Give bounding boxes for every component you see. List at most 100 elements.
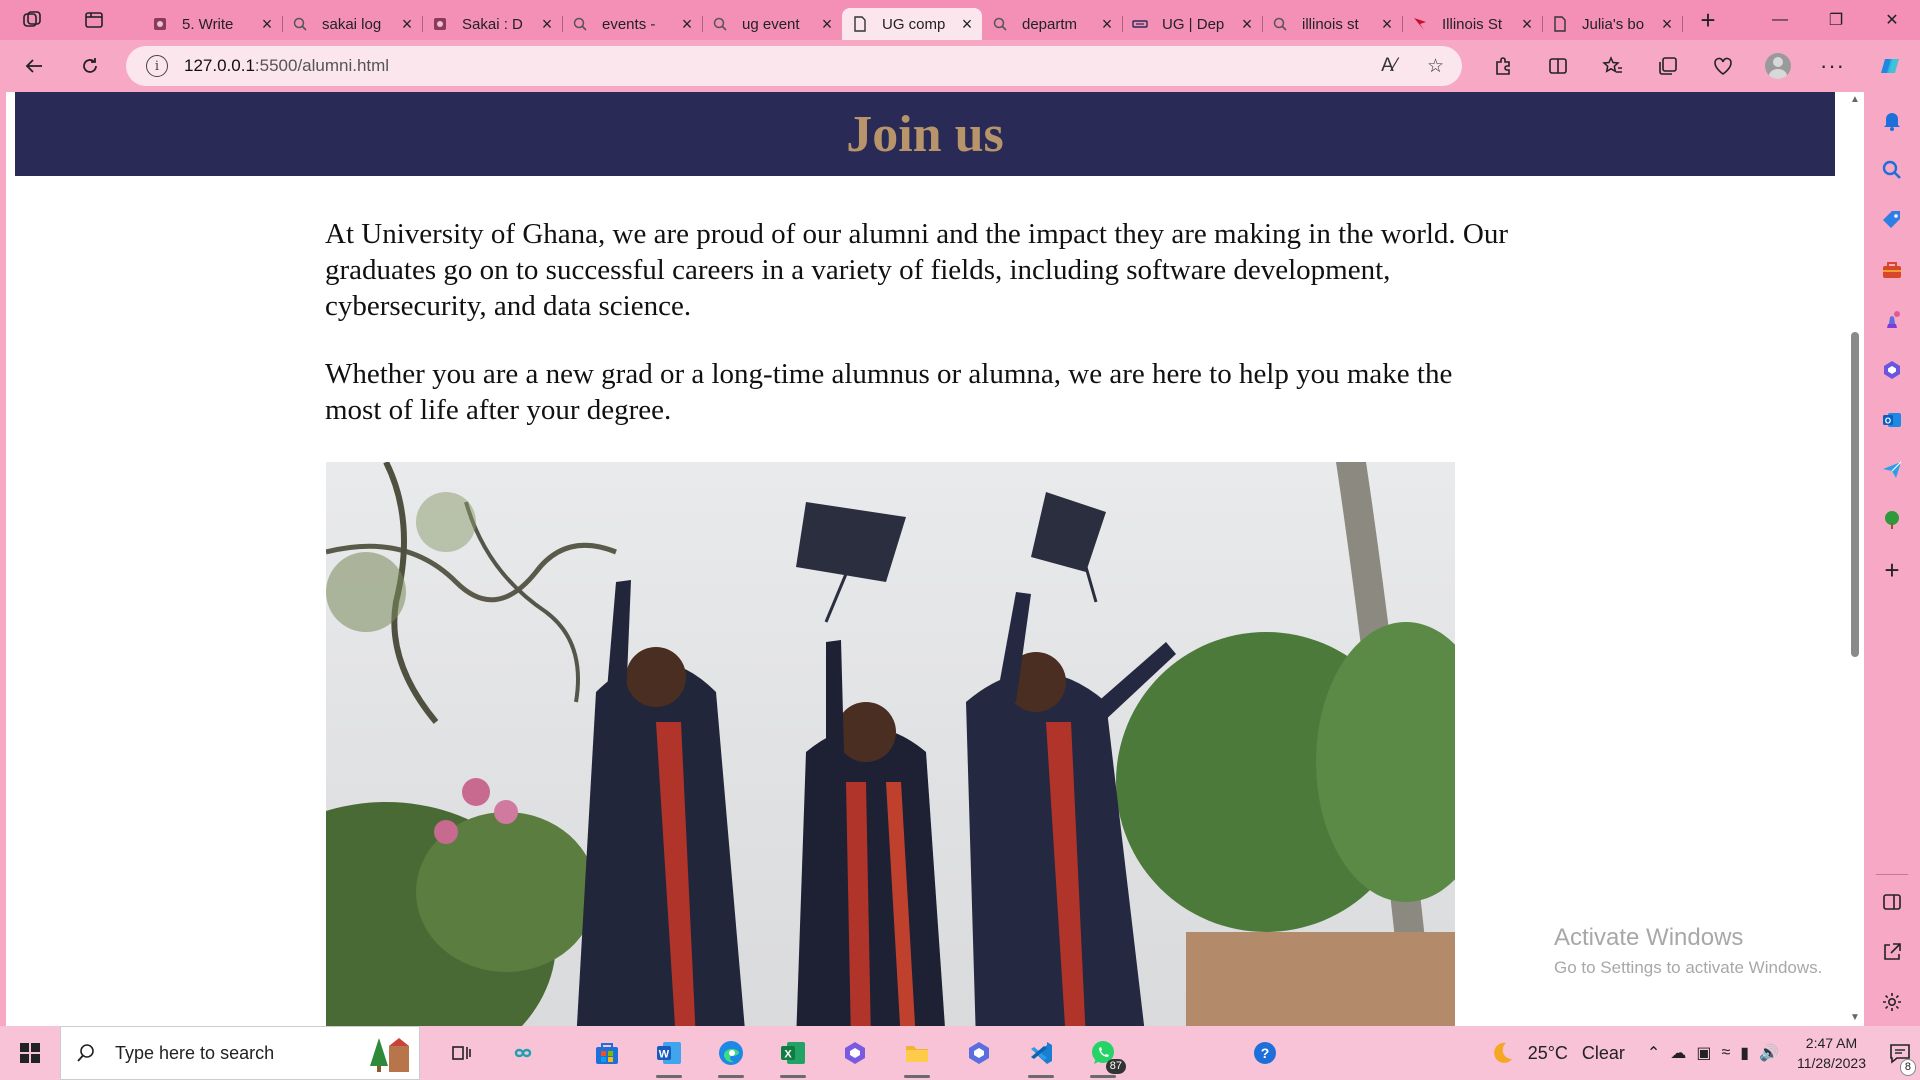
performance-button[interactable]: [1695, 40, 1750, 92]
office-app[interactable]: [824, 1026, 886, 1080]
collections-button[interactable]: [1640, 40, 1695, 92]
games-button[interactable]: [1878, 306, 1906, 334]
avatar: [1764, 53, 1791, 79]
browser-tab[interactable]: illinois st ×: [1262, 8, 1403, 40]
address-bar[interactable]: i 127.0.0.1:5500/alumni.html A⁄ ☆: [126, 46, 1462, 86]
start-button[interactable]: [0, 1026, 60, 1080]
close-tab-icon[interactable]: ×: [1378, 14, 1396, 34]
split-screen-button[interactable]: [1530, 40, 1585, 92]
add-sidebar-app-button[interactable]: +: [1878, 555, 1906, 585]
word-app[interactable]: W: [638, 1026, 700, 1080]
microsoft-store-app[interactable]: [576, 1026, 638, 1080]
tab-title: UG | Dep: [1162, 15, 1225, 33]
wifi-icon[interactable]: ≈: [1721, 1044, 1730, 1062]
excel-app[interactable]: X: [762, 1026, 824, 1080]
url-text[interactable]: 127.0.0.1:5500/alumni.html: [184, 56, 389, 76]
copilot-app[interactable]: [492, 1026, 554, 1080]
volume-icon[interactable]: 🔊: [1759, 1043, 1779, 1063]
help-icon: ?: [1254, 1042, 1276, 1064]
tools-button[interactable]: [1878, 256, 1906, 284]
scroll-thumb[interactable]: [1851, 332, 1859, 657]
alumni-support-paragraph: Whether you are a new grad or a long-tim…: [325, 358, 1453, 426]
notification-center-button[interactable]: 8: [1880, 1026, 1920, 1080]
favorites-button[interactable]: [1585, 40, 1640, 92]
browser-tab[interactable]: ug event ×: [702, 8, 843, 40]
external-link-icon: [1884, 943, 1901, 960]
restore-button[interactable]: ❐: [1808, 0, 1864, 40]
weather-widget[interactable]: 25°C Clear: [1488, 1039, 1625, 1067]
settings-more-button[interactable]: ···: [1805, 40, 1860, 92]
system-clock[interactable]: 2:47 AM 11/28/2023: [1797, 1033, 1866, 1073]
edge-sidebar: O +: [1864, 92, 1920, 1026]
shopping-button[interactable]: [1878, 206, 1906, 234]
extensions-button[interactable]: [1475, 40, 1530, 92]
sidebar-search-button[interactable]: [1878, 156, 1906, 184]
refresh-button[interactable]: [70, 46, 110, 86]
scroll-up-arrow[interactable]: ▲: [1849, 94, 1861, 106]
copilot-button[interactable]: [1860, 40, 1920, 92]
read-aloud-icon[interactable]: A⁄: [1381, 55, 1397, 77]
drop-button[interactable]: [1878, 506, 1906, 534]
meet-now-icon[interactable]: ▣: [1696, 1043, 1711, 1063]
browser-tab[interactable]: Julia's bo ×: [1542, 8, 1683, 40]
close-window-button[interactable]: ✕: [1864, 0, 1920, 40]
shopping-tag-icon: [1883, 211, 1900, 228]
microsoft365-icon: [969, 1042, 989, 1064]
folder-icon: [906, 1046, 928, 1062]
hide-sidebar-button[interactable]: [1878, 888, 1906, 916]
close-tab-icon[interactable]: ×: [538, 14, 556, 34]
site-info-icon[interactable]: i: [146, 55, 168, 77]
page-icon: [852, 16, 868, 32]
search-icon: [712, 16, 728, 32]
favorite-star-icon[interactable]: ☆: [1427, 55, 1444, 78]
browser-tab[interactable]: departm ×: [982, 8, 1123, 40]
page-scrollbar[interactable]: ▲ ▼: [1846, 92, 1864, 1026]
office-hub-app[interactable]: [948, 1026, 1010, 1080]
close-tab-icon[interactable]: ×: [1518, 14, 1536, 34]
workspaces-button[interactable]: [12, 0, 52, 40]
browser-tab[interactable]: Sakai : D ×: [422, 8, 563, 40]
close-tab-icon[interactable]: ×: [958, 14, 976, 34]
vscode-app[interactable]: [1010, 1026, 1072, 1080]
minimize-button[interactable]: —: [1752, 0, 1808, 40]
notifications-button[interactable]: [1878, 106, 1906, 134]
file-explorer-app[interactable]: [886, 1026, 948, 1080]
close-tab-icon[interactable]: ×: [1098, 14, 1116, 34]
sidebar-panel-icon: [1883, 894, 1901, 910]
onedrive-icon[interactable]: ☁: [1670, 1043, 1686, 1063]
whatsapp-app[interactable]: 87: [1072, 1026, 1134, 1080]
browser-tab[interactable]: Illinois St ×: [1402, 8, 1543, 40]
taskbar-search-box[interactable]: Type here to search: [60, 1026, 420, 1080]
browser-tab[interactable]: sakai log ×: [282, 8, 423, 40]
close-tab-icon[interactable]: ×: [398, 14, 416, 34]
close-tab-icon[interactable]: ×: [258, 14, 276, 34]
tab-title: UG comp: [882, 15, 946, 33]
browser-tab[interactable]: UG comp ×: [842, 8, 982, 40]
profile-button[interactable]: [1750, 40, 1805, 92]
send-button[interactable]: [1878, 456, 1906, 484]
close-tab-icon[interactable]: ×: [818, 14, 836, 34]
edge-app[interactable]: [700, 1026, 762, 1080]
svg-text:X: X: [784, 1049, 792, 1061]
scroll-down-arrow[interactable]: ▼: [1849, 1012, 1861, 1024]
browser-tab[interactable]: 5. Write ×: [142, 8, 283, 40]
search-icon: [992, 16, 1008, 32]
back-button[interactable]: [14, 46, 54, 86]
open-external-button[interactable]: [1878, 938, 1906, 966]
close-tab-icon[interactable]: ×: [1238, 14, 1256, 34]
battery-icon[interactable]: ▮: [1740, 1043, 1749, 1063]
sidebar-settings-button[interactable]: [1878, 988, 1906, 1016]
new-tab-button[interactable]: +: [1688, 4, 1728, 36]
show-hidden-icons-chevron-icon[interactable]: ⌃: [1647, 1043, 1660, 1063]
microsoft365-button[interactable]: [1878, 356, 1906, 384]
browser-tab[interactable]: UG | Dep ×: [1122, 8, 1263, 40]
close-tab-icon[interactable]: ×: [1658, 14, 1676, 34]
outlook-button[interactable]: O: [1878, 406, 1906, 434]
browser-tab[interactable]: events - ×: [562, 8, 703, 40]
tab-list: 5. Write × sakai log × Sakai : D × events - × ug…: [142, 0, 1683, 40]
help-app[interactable]: ?: [1234, 1026, 1296, 1080]
tab-title: Julia's bo: [1582, 15, 1645, 33]
tab-actions-button[interactable]: [74, 0, 114, 40]
close-tab-icon[interactable]: ×: [678, 14, 696, 34]
task-view-button[interactable]: [430, 1026, 492, 1080]
